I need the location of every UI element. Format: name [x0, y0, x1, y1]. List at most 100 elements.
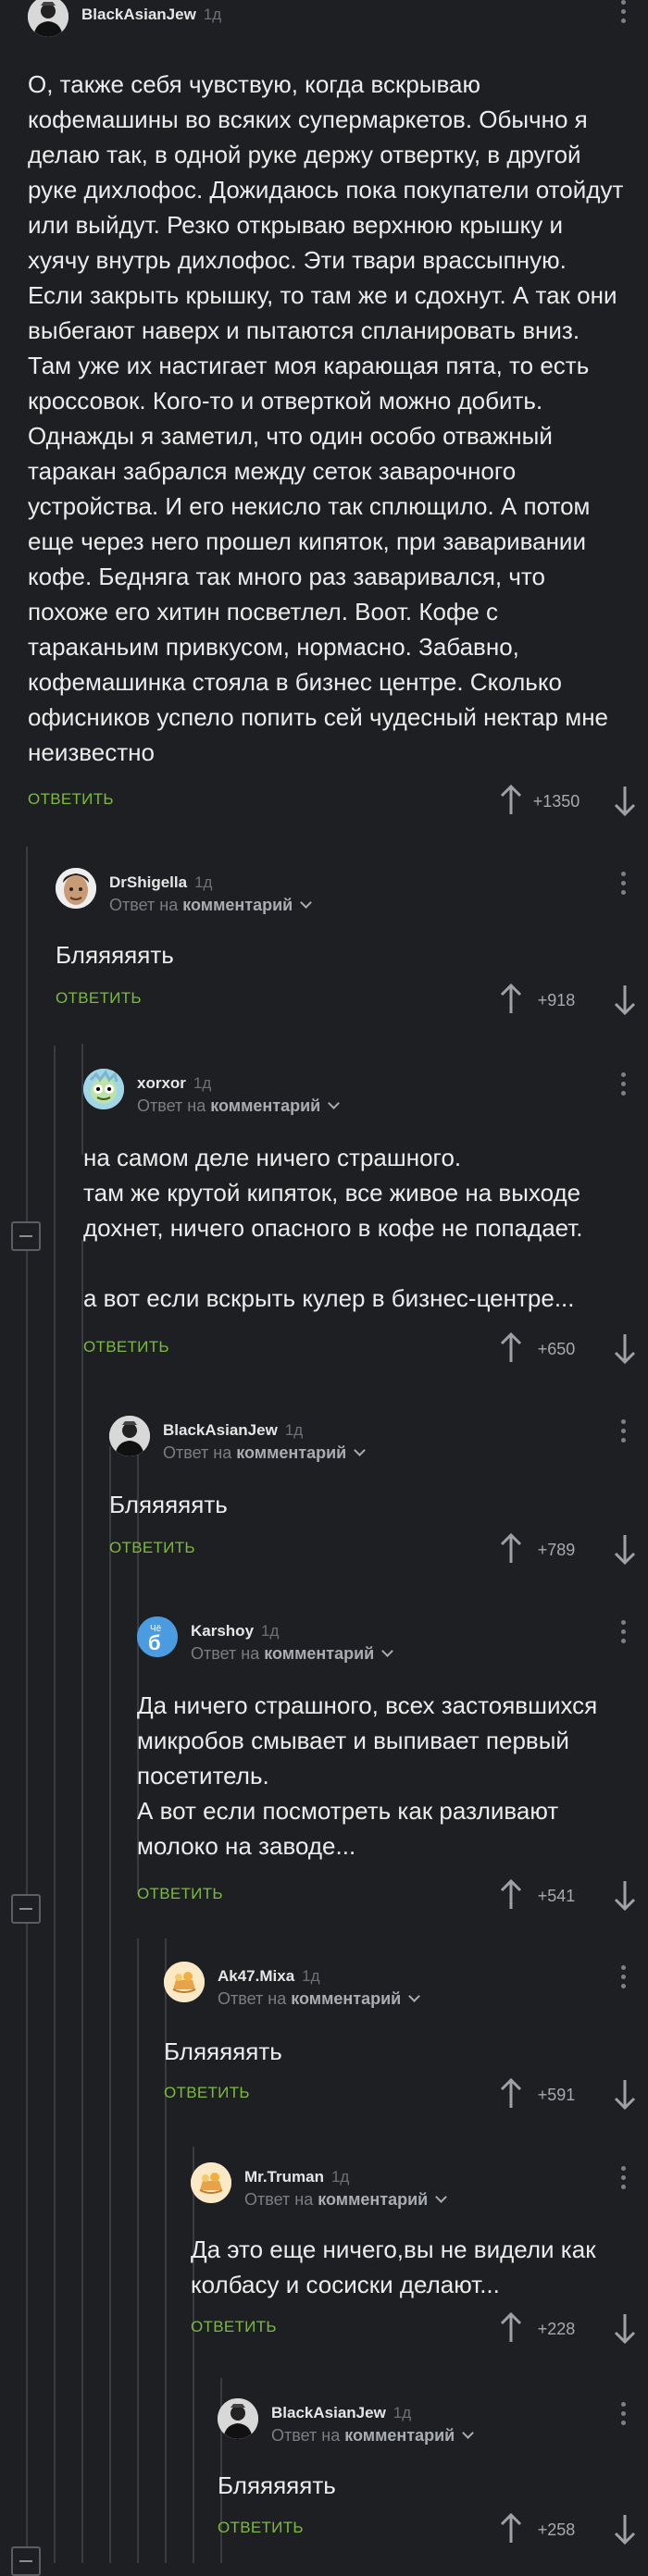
downvote-icon[interactable] [613, 1332, 637, 1364]
more-options-icon[interactable] [620, 872, 626, 899]
comment-header: BlackAsianJew 1д Ответ на комментарий [109, 1416, 648, 1471]
reply-button[interactable]: ОТВЕТИТЬ [218, 2519, 304, 2537]
upvote-icon[interactable] [499, 1332, 523, 1364]
comment: DrShigella 1д Ответ на комментарий Бляяяя… [56, 868, 648, 1025]
comment: BlackAsianJew 1д О, также себя чувствую, … [28, 0, 648, 833]
comment-footer: ОТВЕТИТЬ +258 [218, 2513, 648, 2546]
user-avatar[interactable]: Чё б [137, 1616, 178, 1657]
upvote-icon[interactable] [499, 984, 523, 1015]
more-options-icon[interactable] [620, 1419, 626, 1447]
author-name[interactable]: BlackAsianJew 1д [163, 1421, 303, 1440]
author-name[interactable]: Karshoy 1д [191, 1622, 279, 1641]
comment-header: xorxor 1д Ответ на комментарий [83, 1069, 648, 1124]
downvote-icon[interactable] [613, 785, 637, 816]
upvote-icon[interactable] [499, 1879, 523, 1911]
downvote-icon[interactable] [613, 2312, 637, 2344]
collapse-thread-button[interactable] [11, 1221, 41, 1251]
more-options-icon[interactable] [620, 1072, 626, 1100]
chevron-down-icon [435, 2191, 448, 2203]
more-options-icon[interactable] [620, 2166, 626, 2194]
reply-to-link[interactable]: Ответ на комментарий [218, 1989, 421, 2009]
downvote-icon[interactable] [613, 1879, 637, 1911]
reply-to-link[interactable]: Ответ на комментарий [163, 1443, 367, 1463]
downvote-icon[interactable] [613, 2513, 637, 2545]
downvote-icon[interactable] [613, 984, 637, 1015]
reply-to-link[interactable]: Ответ на комментарий [109, 896, 313, 915]
chevron-down-icon [408, 1990, 421, 2002]
reply-button[interactable]: ОТВЕТИТЬ [83, 1338, 169, 1356]
comment-time: 1д [203, 6, 222, 23]
author-name[interactable]: Ak47.Mixa 1д [218, 1967, 320, 1986]
comment-text: Да это еще ничего,вы не видели как колба… [191, 2235, 596, 2298]
user-avatar[interactable] [56, 868, 96, 909]
author-name[interactable]: BlackAsianJew 1д [81, 6, 221, 24]
comment-footer: ОТВЕТИТЬ +591 [164, 2078, 648, 2112]
downvote-icon[interactable] [613, 1533, 637, 1565]
author-name[interactable]: DrShigella 1д [109, 873, 212, 892]
user-avatar[interactable] [218, 2398, 258, 2439]
reply-button[interactable]: ОТВЕТИТЬ [56, 989, 142, 1008]
comment: BlackAsianJew 1д Ответ на комментарий Бля… [218, 2398, 648, 2563]
comment: Чё б Karshoy 1д Ответ на комментарий Да ни… [137, 1616, 648, 1922]
comment-text: Да ничего страшного, всех застоявшихся м… [137, 1691, 598, 1860]
user-avatar[interactable] [191, 2162, 231, 2203]
comment-time: 1д [193, 1074, 212, 1092]
chevron-down-icon [328, 1097, 341, 1109]
collapse-thread-button[interactable] [11, 2546, 41, 2576]
collapse-thread-button[interactable] [11, 1894, 41, 1924]
thread-line [109, 1446, 111, 2563]
comment: Mr.Truman 1д Ответ на комментарий Да это … [191, 2162, 648, 2366]
upvote-icon[interactable] [499, 1533, 523, 1565]
user-avatar[interactable] [83, 1069, 124, 1109]
comment: Ak47.Mixa 1д Ответ на комментарий Бляяяяя… [164, 1962, 648, 2119]
chevron-down-icon [381, 1645, 394, 1657]
reply-button[interactable]: ОТВЕТИТЬ [164, 2084, 250, 2102]
thread-line [54, 1046, 56, 2563]
comment-header: Чё б Karshoy 1д Ответ на комментарий [137, 1616, 648, 1672]
avatar-text-mid: б [148, 1631, 161, 1654]
comment: BlackAsianJew 1д Ответ на комментарий Бля… [109, 1416, 648, 1573]
author-name[interactable]: xorxor 1д [137, 1074, 211, 1093]
chevron-down-icon [462, 2427, 475, 2439]
more-options-icon[interactable] [620, 2402, 626, 2430]
comment: xorxor 1д Ответ на комментарий на самом д… [83, 1069, 648, 1374]
comment-footer: ОТВЕТИТЬ +541 [137, 1879, 648, 1913]
comment-score: +228 [537, 2320, 576, 2338]
comment-header: Mr.Truman 1д Ответ на комментарий [191, 2162, 648, 2218]
comment-score: +541 [537, 1887, 576, 1905]
reply-button[interactable]: ОТВЕТИТЬ [109, 1539, 195, 1557]
more-options-icon[interactable] [620, 0, 626, 28]
reply-to-link[interactable]: Ответ на комментарий [244, 2190, 448, 2210]
comment-header: BlackAsianJew 1д Ответ на комментарий [218, 2398, 648, 2454]
comment-time: 1д [330, 2168, 350, 2186]
comment-footer: ОТВЕТИТЬ +228 [191, 2312, 648, 2346]
comment-text: Бляяяяять [56, 941, 174, 969]
comment-score: +591 [537, 2086, 576, 2104]
reply-button[interactable]: ОТВЕТИТЬ [28, 790, 114, 809]
more-options-icon[interactable] [620, 1965, 626, 1993]
user-avatar[interactable] [164, 1962, 205, 2002]
comment-time: 1д [261, 1622, 280, 1640]
comment-text: Бляяяяять [164, 2037, 282, 2065]
reply-button[interactable]: ОТВЕТИТЬ [191, 2318, 277, 2336]
upvote-icon[interactable] [499, 2312, 523, 2344]
reply-button[interactable]: ОТВЕТИТЬ [137, 1885, 223, 1903]
upvote-icon[interactable] [499, 2078, 523, 2110]
upvote-icon[interactable] [499, 785, 523, 816]
comment-header: Ak47.Mixa 1д Ответ на комментарий [164, 1962, 648, 2017]
reply-to-link[interactable]: Ответ на комментарий [271, 2426, 475, 2446]
comment-score: +258 [537, 2520, 576, 2539]
comment-footer: ОТВЕТИТЬ +789 [109, 1533, 648, 1567]
comment-text: О, также себя чувствую, когда вскрываю к… [28, 70, 624, 766]
reply-to-link[interactable]: Ответ на комментарий [137, 1096, 341, 1116]
user-avatar[interactable] [109, 1416, 150, 1456]
reply-to-link[interactable]: Ответ на комментарий [191, 1644, 394, 1664]
author-name[interactable]: BlackAsianJew 1д [271, 2404, 411, 2422]
upvote-icon[interactable] [499, 2513, 523, 2545]
more-options-icon[interactable] [620, 1620, 626, 1648]
comment-time: 1д [393, 2404, 412, 2421]
comment-time: 1д [194, 873, 213, 891]
author-name[interactable]: Mr.Truman 1д [244, 2168, 349, 2186]
user-avatar[interactable] [28, 0, 69, 37]
downvote-icon[interactable] [613, 2078, 637, 2110]
